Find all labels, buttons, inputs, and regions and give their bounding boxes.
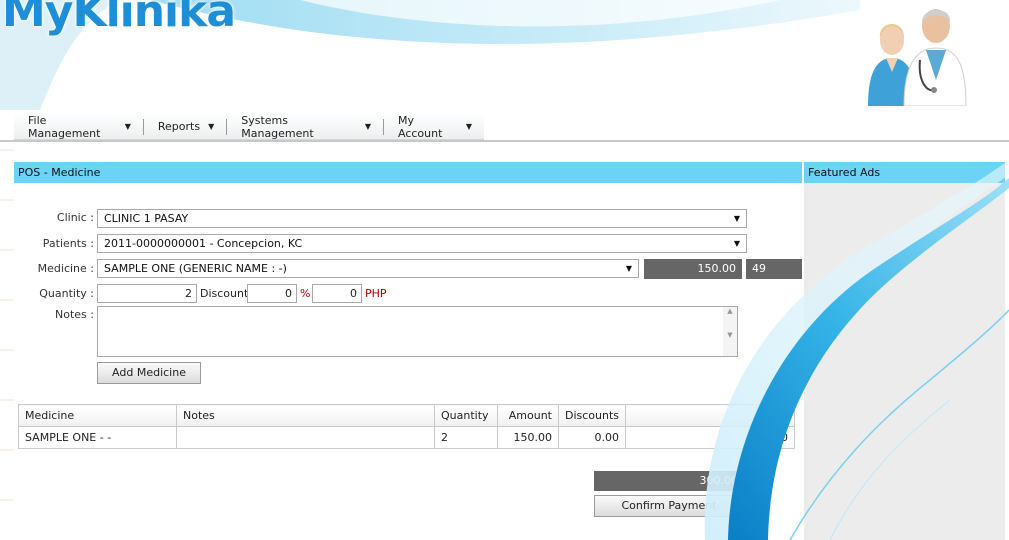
header: MyKlinika: [0, 0, 1009, 108]
featured-ads-title: Featured Ads: [804, 162, 1005, 183]
clinic-label: Clinic :: [56, 211, 94, 224]
table-row[interactable]: SAMPLE ONE - - 2 150.00 0.00 300.00: [18, 426, 795, 449]
medicine-price-field: 150.00: [644, 259, 742, 279]
cell-medicine: SAMPLE ONE - -: [18, 426, 177, 449]
chevron-down-icon: ▼: [208, 122, 215, 131]
main-menu: File Management ▼ Reports ▼ Systems Mana…: [14, 114, 484, 140]
medicine-select[interactable]: SAMPLE ONE (GENERIC NAME : -) ▼: [97, 259, 639, 278]
textarea-scrollbar[interactable]: ▲ ▼: [723, 307, 737, 356]
pos-panel-title: POS - Medicine: [14, 162, 802, 183]
discount-amount-input[interactable]: 0: [312, 284, 362, 303]
quantity-input[interactable]: 2: [97, 284, 197, 303]
app-logo[interactable]: MyKlinika: [2, 0, 236, 37]
cell-total: 300.00: [625, 426, 795, 449]
clinic-value: CLINIC 1 PASAY: [104, 212, 189, 225]
clinic-select[interactable]: CLINIC 1 PASAY ▼: [97, 209, 747, 228]
patients-value: 2011-0000000001 - Concepcion, KC: [104, 237, 303, 250]
confirm-payment-button[interactable]: Confirm Payment: [594, 495, 744, 517]
medicine-label: Medicine :: [37, 262, 94, 275]
col-header-discounts: Discounts: [557, 404, 627, 427]
nav-divider: [0, 140, 1009, 142]
col-header-notes: Notes: [176, 404, 435, 427]
menu-reports[interactable]: Reports ▼: [144, 118, 228, 135]
col-header-amount: Amount: [497, 404, 559, 427]
medicine-stock-field: 49: [746, 259, 802, 279]
add-medicine-button[interactable]: Add Medicine: [97, 362, 201, 384]
menu-file-management[interactable]: File Management ▼: [14, 114, 144, 140]
discount-percent-input[interactable]: 0: [247, 284, 297, 303]
featured-ads-panel: [804, 183, 1005, 540]
percent-symbol: %: [300, 287, 311, 300]
notes-textarea[interactable]: ▲ ▼: [97, 306, 738, 357]
chevron-down-icon: ▼: [465, 122, 472, 131]
currency-label: PHP: [365, 287, 387, 300]
col-header-quantity: Quantity: [434, 404, 498, 427]
medicine-table: Medicine Notes Quantity Amount Discounts…: [18, 404, 795, 449]
chevron-down-icon: ▼: [625, 264, 632, 273]
menu-my-account[interactable]: My Account ▼: [384, 114, 484, 140]
patients-select[interactable]: 2011-0000000001 - Concepcion, KC ▼: [97, 234, 747, 253]
cell-discounts: 0.00: [557, 426, 627, 449]
pos-form: Clinic : CLINIC 1 PASAY ▼ Patients : 201…: [14, 183, 802, 540]
cell-notes: [176, 426, 435, 449]
patients-label: Patients :: [42, 237, 94, 250]
notes-label: Notes :: [55, 308, 94, 321]
col-header-medicine: Medicine: [18, 404, 177, 427]
grand-total-field: 300.00: [594, 471, 744, 491]
menu-label: Systems Management: [241, 113, 314, 140]
col-header-total: Total: [625, 404, 795, 427]
menu-label: My Account: [397, 113, 443, 140]
doctors-image: [868, 9, 967, 106]
menu-label: Reports: [157, 120, 201, 133]
cell-amount: 150.00: [497, 426, 559, 449]
quantity-label: Quantity :: [39, 287, 94, 300]
chevron-down-icon: ▼: [733, 214, 740, 223]
cell-quantity: 2: [434, 426, 498, 449]
table-header-row: Medicine Notes Quantity Amount Discounts…: [18, 404, 795, 427]
chevron-down-icon: ▼: [733, 239, 740, 248]
menu-systems-management[interactable]: Systems Management ▼: [227, 114, 384, 140]
menu-label: File Management: [28, 113, 101, 140]
chevron-down-icon: ▼: [124, 122, 131, 131]
medicine-value: SAMPLE ONE (GENERIC NAME : -): [104, 262, 287, 275]
chevron-down-icon: ▼: [364, 122, 371, 131]
